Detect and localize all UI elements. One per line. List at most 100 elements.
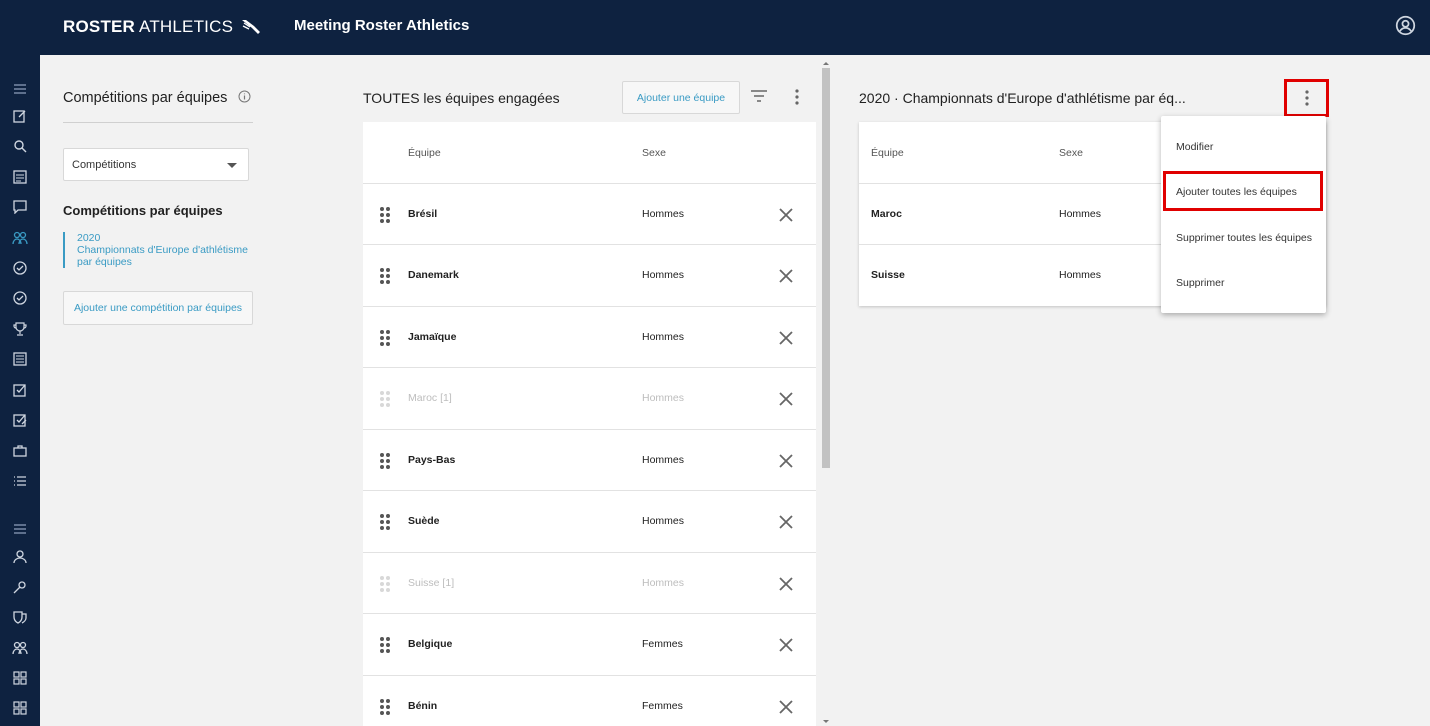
team-name: Maroc [1] [408, 392, 452, 404]
add-team-competition-button[interactable]: Ajouter une compétition par équipes [63, 291, 253, 325]
team-sex: Femmes [642, 638, 683, 650]
grid-icon[interactable] [10, 698, 30, 718]
menu-item-modify[interactable]: Modifier [1176, 141, 1213, 153]
competition-item[interactable]: 2020 Championnats d'Europe d'athlétisme … [63, 232, 253, 268]
scroll-down-arrow-icon[interactable] [820, 719, 832, 725]
team-sex: Hommes [1059, 269, 1102, 281]
winged-shoe-icon [242, 20, 261, 34]
chat-icon[interactable] [10, 197, 30, 217]
drag-handle-icon[interactable] [379, 206, 391, 229]
check-circle-icon[interactable] [10, 288, 30, 308]
all-teams-title: TOUTES les équipes engagées [363, 90, 560, 106]
table-row[interactable]: Danemark Hommes [363, 244, 816, 305]
close-icon[interactable] [777, 390, 795, 413]
more-vert-icon [1304, 90, 1309, 106]
team-sex: Hommes [1059, 208, 1102, 220]
drag-handle-icon[interactable] [379, 329, 391, 352]
check-circle-icon[interactable] [10, 258, 30, 278]
drag-handle-icon[interactable] [379, 452, 391, 475]
app-title: Meeting Roster Athletics [294, 17, 470, 34]
competitions-select-value: Compétitions [72, 159, 137, 171]
team-sex: Femmes [642, 700, 683, 712]
logo-bold-text: ROSTER [63, 17, 136, 36]
competition-title: 2020 · Championnats d'Europe d'athlétism… [859, 90, 1186, 106]
table-row[interactable]: Brésil Hommes [363, 183, 816, 244]
team-sex: Hommes [642, 392, 685, 404]
context-menu: Modifier Ajouter toutes les équipes Supp… [1161, 116, 1326, 313]
drag-handle-icon[interactable] [379, 575, 391, 598]
close-icon[interactable] [777, 636, 795, 659]
competition-item-name: Championnats d'Europe d'athlétisme par é… [77, 244, 248, 268]
column-header-team: Équipe [408, 147, 441, 159]
team-sex: Hommes [642, 577, 685, 589]
more-vert-highlighted-button[interactable] [1284, 79, 1329, 117]
checkbox-icon[interactable] [10, 380, 30, 400]
person-icon[interactable] [10, 547, 30, 567]
scrollbar[interactable] [820, 60, 832, 726]
team-sex: Hommes [642, 331, 685, 343]
list-icon[interactable] [10, 167, 30, 187]
team-sex: Hommes [642, 515, 685, 527]
team-name: Brésil [408, 208, 438, 220]
table-row[interactable]: Maroc [1] Hommes [363, 367, 816, 428]
drag-handle-icon[interactable] [379, 513, 391, 536]
table-row[interactable]: Jamaïque Hommes [363, 306, 816, 367]
team-name: Suisse [1] [408, 577, 455, 589]
grid-icon[interactable] [10, 668, 30, 688]
team-name: Jamaïque [408, 331, 457, 343]
group-icon[interactable] [10, 638, 30, 658]
close-icon[interactable] [777, 267, 795, 290]
runner-icon[interactable] [10, 577, 30, 597]
team-sex: Hommes [642, 208, 685, 220]
column-header-sex: Sexe [642, 147, 666, 159]
divider [63, 122, 253, 123]
document-icon[interactable] [10, 349, 30, 369]
info-icon[interactable] [238, 90, 251, 108]
menu-icon[interactable] [10, 79, 30, 99]
competition-item-year: 2020 [77, 232, 101, 244]
checkbox-edit-icon[interactable] [10, 410, 30, 430]
drag-handle-icon[interactable] [379, 267, 391, 290]
bullet-list-icon[interactable] [10, 471, 30, 491]
drag-handle-icon[interactable] [379, 636, 391, 659]
competitions-select[interactable]: Compétitions [63, 148, 249, 181]
drag-handle-icon[interactable] [379, 390, 391, 413]
close-icon[interactable] [777, 698, 795, 721]
add-team-button[interactable]: Ajouter une équipe [622, 81, 740, 114]
close-icon[interactable] [777, 329, 795, 352]
competitions-subtitle: Compétitions par équipes [63, 203, 223, 218]
table-row[interactable]: Pays-Bas Hommes [363, 429, 816, 490]
team-name: Danemark [408, 269, 459, 281]
briefcase-icon[interactable] [10, 441, 30, 461]
table-row[interactable]: Belgique Femmes [363, 613, 816, 674]
close-icon[interactable] [777, 513, 795, 536]
menu-icon[interactable] [10, 519, 30, 539]
teams-icon[interactable] [10, 228, 30, 248]
team-name: Belgique [408, 638, 453, 650]
scrollbar-thumb[interactable] [822, 68, 830, 468]
trophy-icon[interactable] [10, 319, 30, 339]
app-logo[interactable]: ROSTER ATHLETICS [63, 17, 262, 37]
dropdown-arrow-icon [227, 163, 237, 168]
more-vert-icon[interactable] [788, 88, 806, 111]
close-icon[interactable] [777, 575, 795, 598]
edit-icon[interactable] [10, 106, 30, 126]
scroll-up-arrow-icon[interactable] [820, 60, 832, 66]
search-icon[interactable] [10, 136, 30, 156]
logo-light-text: ATHLETICS [139, 17, 234, 36]
menu-item-remove-all-teams[interactable]: Supprimer toutes les équipes [1176, 232, 1312, 244]
close-icon[interactable] [777, 206, 795, 229]
all-teams-table: Équipe Sexe Brésil Hommes Danemark Homme… [363, 122, 816, 726]
table-row[interactable]: Suisse [1] Hommes [363, 552, 816, 613]
close-icon[interactable] [777, 452, 795, 475]
filter-icon[interactable] [750, 89, 768, 108]
shield-icon[interactable] [10, 607, 30, 627]
account-icon[interactable] [1395, 15, 1416, 41]
team-sex: Hommes [642, 269, 685, 281]
table-row[interactable]: Bénin Femmes [363, 675, 816, 726]
table-row[interactable]: Suède Hommes [363, 490, 816, 551]
column-header-sex: Sexe [1059, 147, 1083, 159]
team-sex: Hommes [642, 454, 685, 466]
drag-handle-icon[interactable] [379, 698, 391, 721]
menu-item-delete[interactable]: Supprimer [1176, 277, 1224, 289]
